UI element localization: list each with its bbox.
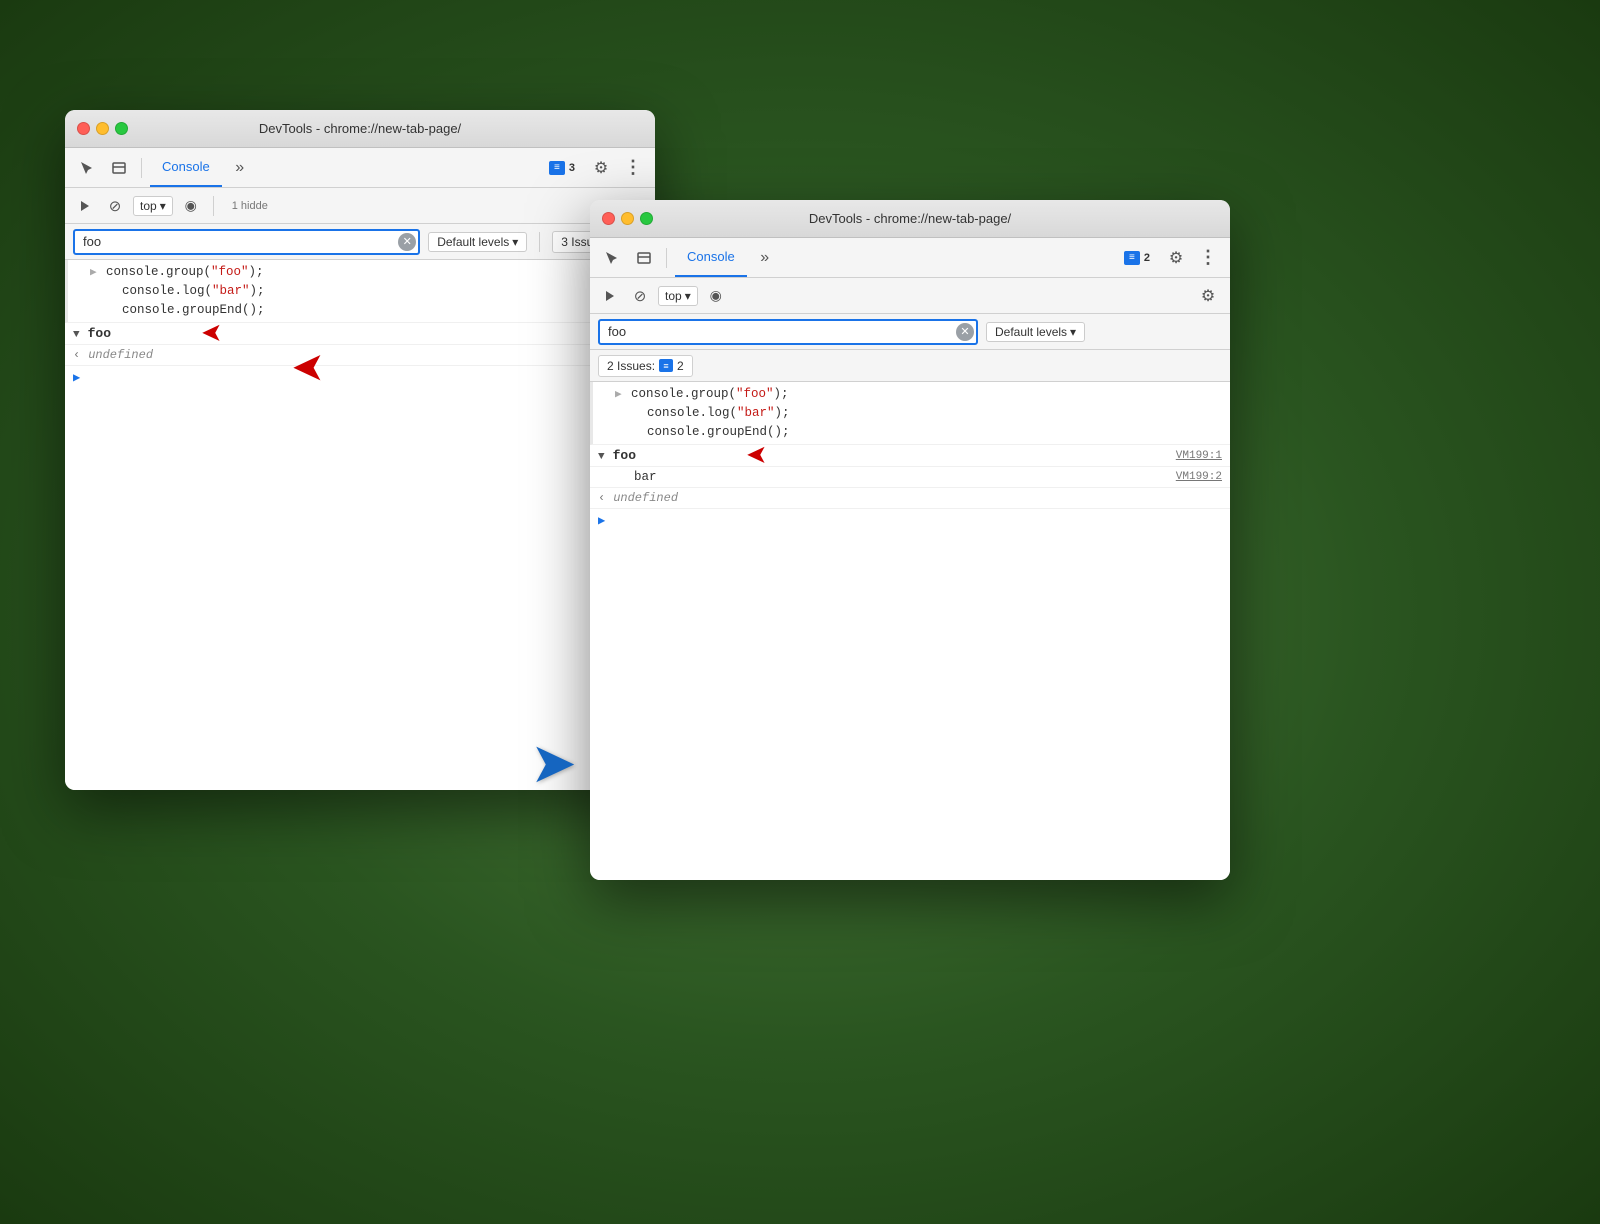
group-label-foo-right: foo (613, 448, 636, 463)
issues-button-right[interactable]: 2 Issues: ≡ 2 (598, 355, 693, 377)
console-group-entry-left: ▼ foo VM11 ➤ (65, 323, 655, 345)
search-wrapper-right: ✕ (598, 319, 978, 345)
badge-button-left[interactable]: ≡ 3 (541, 158, 583, 178)
group-expand-right[interactable]: ▼ (598, 451, 605, 463)
maximize-button-right[interactable] (640, 212, 653, 225)
traffic-lights-right (602, 212, 653, 225)
top-dropdown-right[interactable]: top ▾ (658, 286, 698, 306)
search-clear-left[interactable]: ✕ (398, 233, 416, 251)
layers-icon-left[interactable] (105, 154, 133, 182)
search-wrapper-left: ✕ (73, 229, 420, 255)
traffic-lights-left (77, 122, 128, 135)
levels-dropdown-left[interactable]: Default levels ▾ (428, 232, 527, 252)
close-button-right[interactable] (602, 212, 615, 225)
console-entry-code-right: ▶ console.group("foo"); console.log("bar… (590, 382, 1230, 445)
tab-console-right[interactable]: Console (675, 238, 747, 277)
tab-console-left[interactable]: Console (150, 148, 222, 187)
console-content-right: ▶ console.group("foo"); console.log("bar… (590, 382, 1230, 880)
chevron-more-right[interactable]: » (751, 244, 779, 272)
cursor-entry-right[interactable]: ▶ (590, 509, 1230, 532)
chevron-more-left[interactable]: » (226, 154, 254, 182)
window-title-right: DevTools - chrome://new-tab-page/ (809, 211, 1011, 226)
badge-icon-right: ≡ (1124, 251, 1140, 265)
console-group-entry-right: ▼ foo VM199:1 ➤ (590, 445, 1230, 467)
group-label-foo-left: foo (88, 326, 111, 341)
filter-divider-left (539, 232, 540, 252)
code-block-right: console.group("foo"); console.log("bar")… (631, 385, 790, 441)
main-toolbar-right: Console » ≡ 2 ⚙ ⋮ (590, 238, 1230, 278)
block-icon-left[interactable]: ⊘ (103, 194, 127, 218)
issues-badge-right: ≡ (659, 359, 673, 372)
issues-bar-right: 2 Issues: ≡ 2 (590, 350, 1230, 382)
console-divider-left (213, 196, 214, 216)
toolbar-divider-1-right (666, 248, 667, 268)
console-entry-code-left: ▶ console.group("foo"); console.log("bar… (65, 260, 655, 323)
blue-arrow: ➤ (530, 735, 577, 791)
more-icon-left[interactable]: ⋮ (619, 154, 647, 182)
search-input-left[interactable] (73, 229, 420, 255)
eye-icon-right[interactable]: ◉ (704, 284, 728, 308)
bar-value-right: bar (618, 470, 657, 484)
red-arrow-group-left: ➤ (200, 319, 222, 355)
devtools-window-left: DevTools - chrome://new-tab-page/ Consol… (65, 110, 655, 790)
vm-ref1-right[interactable]: VM199:1 (1176, 450, 1222, 462)
group-expand-left[interactable]: ▼ (73, 329, 80, 341)
gear-icon-right-2[interactable]: ⚙ (1194, 282, 1222, 310)
expand-arrow-code-left[interactable]: ▶ (90, 265, 102, 279)
filter-bar-left: ✕ ➤ Default levels ▾ 3 Issues: ≡ 3 (65, 224, 655, 260)
block-icon-right[interactable]: ⊘ (628, 284, 652, 308)
minimize-button-left[interactable] (96, 122, 109, 135)
console-content-left: ▶ console.group("foo"); console.log("bar… (65, 260, 655, 790)
gear-icon-left[interactable]: ⚙ (587, 154, 615, 182)
more-icon-right[interactable]: ⋮ (1194, 244, 1222, 272)
main-toolbar-left: Console » ≡ 3 ⚙ ⋮ (65, 148, 655, 188)
cursor-icon-right[interactable] (598, 244, 626, 272)
play-icon-right[interactable] (598, 284, 622, 308)
code-block-left: console.group("foo"); console.log("bar")… (106, 263, 265, 319)
red-arrow-group-right: ➤ (745, 441, 767, 477)
vm-ref2-right[interactable]: VM199:2 (1176, 471, 1222, 483)
close-button-left[interactable] (77, 122, 90, 135)
minimize-button-right[interactable] (621, 212, 634, 225)
search-input-right[interactable] (598, 319, 978, 345)
badge-icon-left: ≡ (549, 161, 565, 175)
cursor-entry-left[interactable]: ▶ (65, 366, 655, 389)
undefined-entry-right: ‹ undefined (590, 488, 1230, 509)
window-body-right: Console » ≡ 2 ⚙ ⋮ ⊘ top ▾ ◉ ⚙ (590, 238, 1230, 880)
bar-entry-right: bar VM199:2 (590, 467, 1230, 488)
maximize-button-left[interactable] (115, 122, 128, 135)
play-icon-left[interactable] (73, 194, 97, 218)
search-clear-right[interactable]: ✕ (956, 323, 974, 341)
eye-icon-left[interactable]: ◉ (179, 194, 203, 218)
devtools-window-right: DevTools - chrome://new-tab-page/ Consol… (590, 200, 1230, 880)
levels-dropdown-right[interactable]: Default levels ▾ (986, 322, 1085, 342)
top-dropdown-left[interactable]: top ▾ (133, 196, 173, 216)
filter-bar-right: ✕ Default levels ▾ (590, 314, 1230, 350)
window-body-left: Console » ≡ 3 ⚙ ⋮ ⊘ top ▾ ◉ 1 hidde (65, 148, 655, 790)
red-arrow-search-left: ➤ (293, 349, 323, 385)
undefined-entry-left: ‹ undefined (65, 345, 655, 366)
gear-icon-right[interactable]: ⚙ (1162, 244, 1190, 272)
layers-icon-right[interactable] (630, 244, 658, 272)
expand-arrow-code-right[interactable]: ▶ (615, 387, 627, 401)
cursor-icon-left[interactable] (73, 154, 101, 182)
title-bar-left: DevTools - chrome://new-tab-page/ (65, 110, 655, 148)
window-title-left: DevTools - chrome://new-tab-page/ (259, 121, 461, 136)
toolbar-divider-1-left (141, 158, 142, 178)
badge-button-right[interactable]: ≡ 2 (1116, 248, 1158, 268)
title-bar-right: DevTools - chrome://new-tab-page/ (590, 200, 1230, 238)
console-toolbar-left: ⊘ top ▾ ◉ 1 hidde (65, 188, 655, 224)
console-toolbar-right: ⊘ top ▾ ◉ ⚙ (590, 278, 1230, 314)
